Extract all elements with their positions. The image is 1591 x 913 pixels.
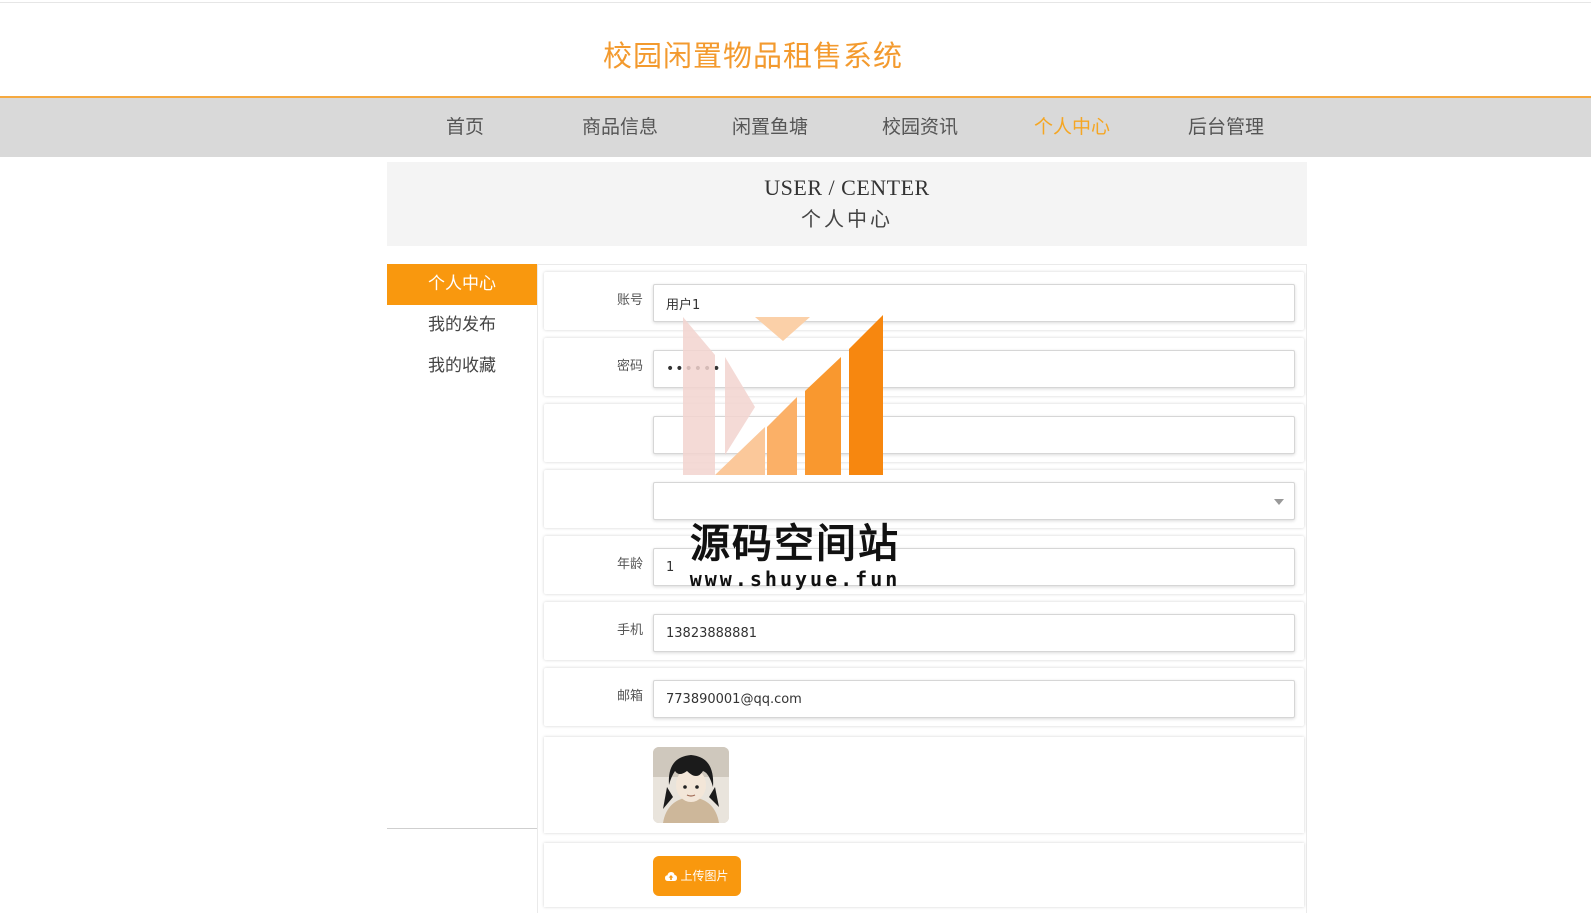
sidebar-item-my-favorites[interactable]: 我的收藏 xyxy=(387,346,537,387)
form-row-age: 年龄 xyxy=(544,536,1304,594)
section-banner: USER / CENTER 个人中心 xyxy=(387,162,1307,246)
age-field[interactable] xyxy=(653,548,1295,586)
nav-item-campus-news[interactable]: 校园资讯 xyxy=(860,98,980,157)
name-label xyxy=(544,404,643,462)
upload-image-button[interactable]: 上传图片 xyxy=(653,856,741,896)
cloud-upload-icon xyxy=(665,872,678,881)
sidebar-item-user-center[interactable]: 个人中心 xyxy=(387,264,537,305)
avatar xyxy=(653,747,729,823)
phone-field[interactable] xyxy=(653,614,1295,652)
gender-select[interactable] xyxy=(653,482,1295,520)
chevron-down-icon xyxy=(1274,499,1284,505)
banner-title-en: USER / CENTER xyxy=(764,175,930,200)
form-row-password: 密码 xyxy=(544,338,1304,396)
password-field[interactable] xyxy=(653,350,1295,388)
banner-title-cn: 个人中心 xyxy=(801,207,893,231)
nav-item-idle-pond[interactable]: 闲置鱼塘 xyxy=(710,98,830,157)
nav-item-products[interactable]: 商品信息 xyxy=(560,98,680,157)
nav-item-home[interactable]: 首页 xyxy=(405,98,525,157)
form-row-phone: 手机 xyxy=(544,602,1304,660)
form-row-upload: 上传图片 xyxy=(544,843,1304,907)
email-label: 邮箱 xyxy=(616,689,643,704)
profile-form: 账号 密码 年龄 手机 邮箱 xyxy=(537,264,1307,913)
name-field[interactable] xyxy=(653,416,1295,454)
main-nav: 首页 商品信息 闲置鱼塘 校园资讯 个人中心 后台管理 xyxy=(0,98,1591,157)
sidebar-item-my-posts[interactable]: 我的发布 xyxy=(387,305,537,346)
header: 校园闲置物品租售系统 xyxy=(0,3,1591,98)
age-label: 年龄 xyxy=(616,557,643,572)
password-label: 密码 xyxy=(616,359,643,374)
sidebar: 个人中心 我的发布 我的收藏 xyxy=(387,264,537,829)
form-row-email: 邮箱 xyxy=(544,668,1304,726)
avatar-image xyxy=(653,747,729,823)
page: 校园闲置物品租售系统 首页 商品信息 闲置鱼塘 校园资讯 个人中心 后台管理 U… xyxy=(0,0,1591,913)
phone-label: 手机 xyxy=(616,623,643,638)
form-row-avatar xyxy=(544,737,1304,833)
account-field[interactable] xyxy=(653,284,1295,322)
email-field[interactable] xyxy=(653,680,1295,718)
nav-item-user-center[interactable]: 个人中心 xyxy=(1012,98,1132,157)
account-label: 账号 xyxy=(616,293,643,308)
form-row-gender xyxy=(544,470,1304,528)
gender-label xyxy=(544,470,643,528)
form-row-name xyxy=(544,404,1304,462)
site-title: 校园闲置物品租售系统 xyxy=(603,39,904,73)
upload-image-label: 上传图片 xyxy=(680,869,729,883)
nav-item-admin[interactable]: 后台管理 xyxy=(1166,98,1286,157)
form-row-account: 账号 xyxy=(544,272,1304,330)
